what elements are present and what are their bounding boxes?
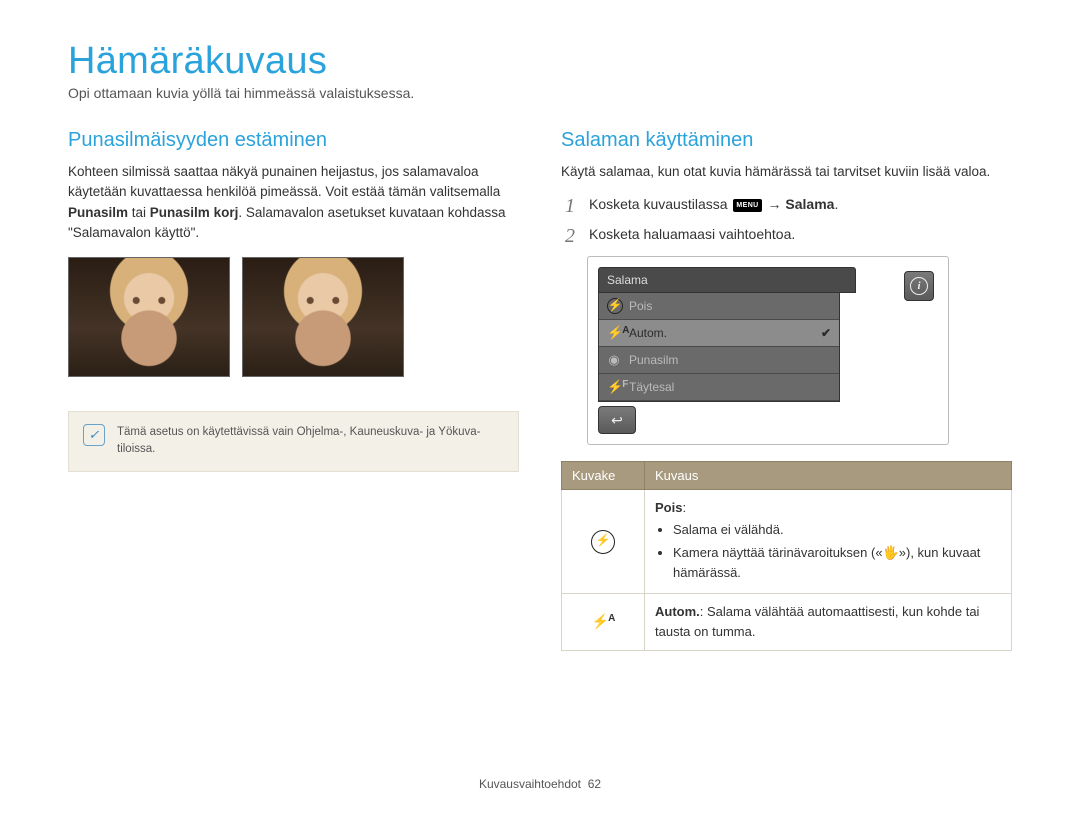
- flash-auto-icon: ⚡A: [592, 613, 615, 629]
- cell-desc: Pois: Salama ei välähdä. Kamera näyttää …: [645, 490, 1012, 594]
- info-icon: i: [910, 277, 928, 295]
- text: →: [764, 196, 786, 212]
- step-2: 2 Kosketa haluamaasi vaihtoehtoa.: [561, 226, 1012, 246]
- footer-label: Kuvausvaihtoehdot: [479, 777, 581, 791]
- flash-auto-icon: ⚡A: [607, 325, 621, 341]
- row-label: Täytesal: [629, 380, 674, 394]
- bold-text: Punasilm: [68, 205, 128, 220]
- row-label: Autom.: [629, 326, 667, 340]
- text: .: [834, 196, 838, 212]
- photo-after: [242, 257, 404, 377]
- page-subtitle: Opi ottamaan kuvia yöllä tai himmeässä v…: [68, 85, 1012, 101]
- note-icon: ✓: [83, 424, 105, 446]
- page-title: Hämäräkuvaus: [68, 40, 1012, 83]
- panel-row-autom[interactable]: ⚡A Autom. ✔: [599, 320, 839, 347]
- photo-before: [68, 257, 230, 377]
- bold-text: Autom.: [655, 604, 700, 619]
- footer-page: 62: [588, 777, 601, 791]
- step-1: 1 Kosketa kuvaustilassa MENU → Salama.: [561, 196, 1012, 216]
- text: Kosketa kuvaustilassa: [589, 196, 731, 212]
- flash-off-icon: [607, 298, 621, 314]
- list-item: Salama ei välähdä.: [673, 520, 1001, 540]
- th-icon: Kuvake: [562, 462, 645, 490]
- step-number: 1: [561, 196, 575, 216]
- cell-icon: ⚡A: [562, 593, 645, 650]
- text: :: [682, 500, 686, 515]
- cell-icon: [562, 490, 645, 594]
- fill-flash-icon: ⚡F: [607, 379, 621, 395]
- panel-list: Pois ⚡A Autom. ✔ ◉ Punasilm ⚡F Täytesal: [598, 293, 840, 402]
- note-box: ✓ Tämä asetus on käytettävissä vain Ohje…: [68, 411, 519, 472]
- section-heading-redeye: Punasilmäisyyden estäminen: [68, 129, 519, 152]
- right-column: Salaman käyttäminen Käytä salamaa, kun o…: [561, 129, 1012, 651]
- redeye-icon: ◉: [607, 352, 621, 368]
- page-footer: Kuvausvaihtoehdot 62: [0, 777, 1080, 791]
- step-text: Kosketa haluamaasi vaihtoehtoa.: [589, 226, 795, 242]
- table-row: ⚡A Autom.: Salama välähtää automaattises…: [562, 593, 1012, 650]
- panel-title: Salama: [598, 267, 856, 293]
- table-row: Pois: Salama ei välähdä. Kamera näyttää …: [562, 490, 1012, 594]
- cell-desc: Autom.: Salama välähtää automaattisesti,…: [645, 593, 1012, 650]
- shake-icon: «🖐»: [875, 543, 906, 563]
- panel-row-pois[interactable]: Pois: [599, 293, 839, 320]
- device-panel: i Salama Pois ⚡A Autom. ✔ ◉ Punasilm ⚡F: [587, 256, 949, 445]
- text: Kamera näyttää tärinävaroituksen (: [673, 545, 875, 560]
- row-label: Pois: [629, 299, 652, 313]
- menu-icon: MENU: [733, 199, 761, 212]
- bold-text: Pois: [655, 500, 682, 515]
- th-desc: Kuvaus: [645, 462, 1012, 490]
- list-item: Kamera näyttää tärinävaroituksen («🖐»), …: [673, 543, 1001, 583]
- left-column: Punasilmäisyyden estäminen Kohteen silmi…: [68, 129, 519, 651]
- text: tai: [128, 205, 150, 220]
- bold-text: Salama: [785, 196, 834, 212]
- back-button[interactable]: ↩: [598, 406, 636, 434]
- step-text: Kosketa kuvaustilassa MENU → Salama.: [589, 196, 838, 212]
- row-label: Punasilm: [629, 353, 678, 367]
- icon-description-table: Kuvake Kuvaus Pois: Salama ei välähdä. K…: [561, 461, 1012, 651]
- redeye-paragraph: Kohteen silmissä saattaa näkyä punainen …: [68, 162, 519, 243]
- check-icon: ✔: [821, 326, 831, 340]
- step-number: 2: [561, 226, 575, 246]
- back-icon: ↩: [611, 412, 623, 429]
- text: Kohteen silmissä saattaa näkyä punainen …: [68, 164, 500, 199]
- section-heading-flash: Salaman käyttäminen: [561, 129, 1012, 152]
- panel-row-punasilm[interactable]: ◉ Punasilm: [599, 347, 839, 374]
- bold-text: Punasilm korj: [150, 205, 239, 220]
- example-photos: [68, 257, 519, 377]
- text: : Salama välähtää automaattisesti, kun k…: [655, 604, 979, 639]
- info-button[interactable]: i: [904, 271, 934, 301]
- panel-row-taytesal[interactable]: ⚡F Täytesal: [599, 374, 839, 401]
- flash-intro: Käytä salamaa, kun otat kuvia hämärässä …: [561, 162, 1012, 182]
- note-text: Tämä asetus on käytettävissä vain Ohjelm…: [117, 424, 504, 459]
- flash-off-icon: [591, 530, 615, 554]
